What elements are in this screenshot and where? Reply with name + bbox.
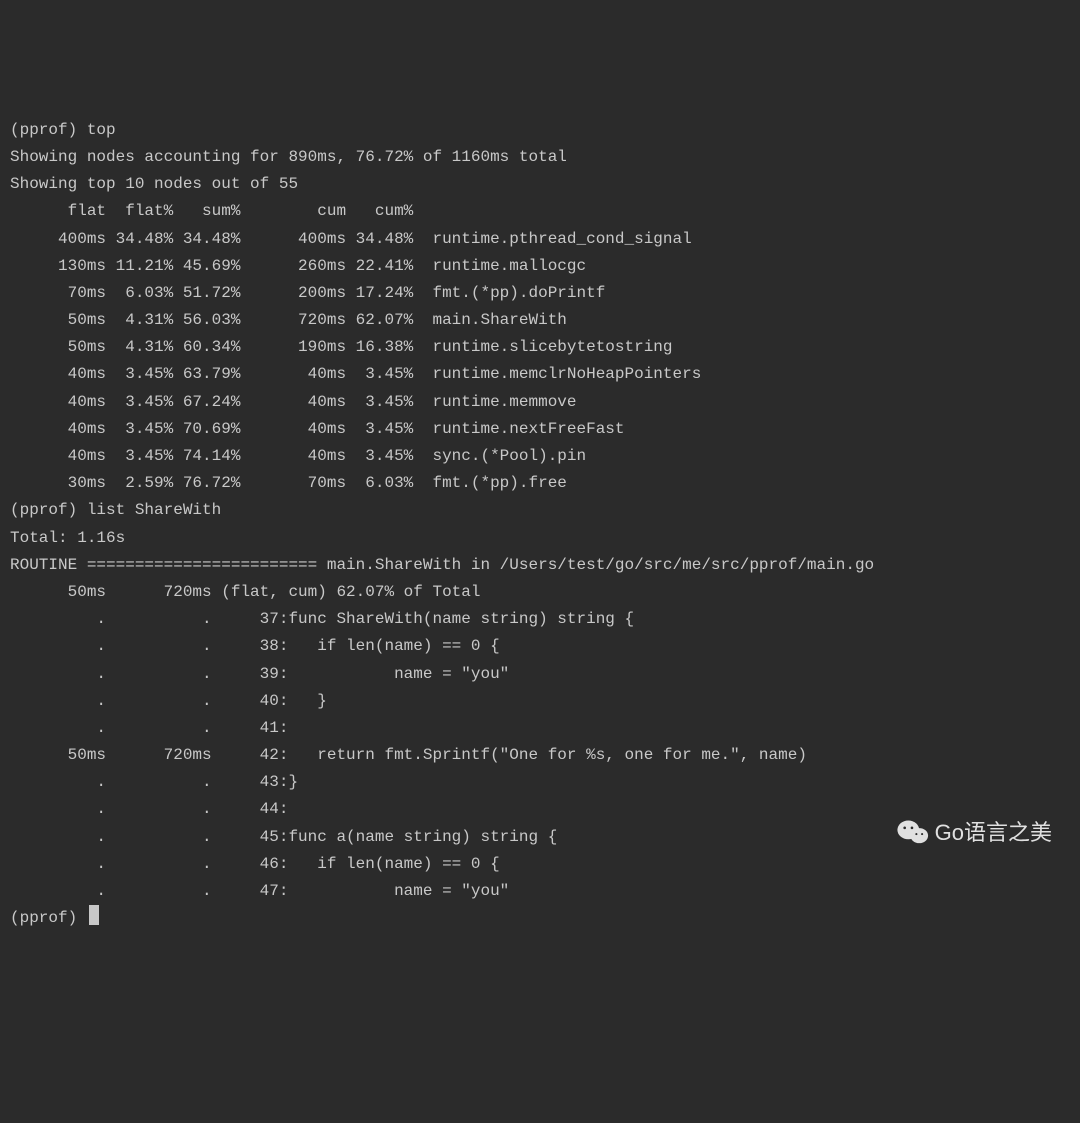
top-row-4: 50ms 4.31% 60.34% 190ms 16.38% runtime.s… [10,334,1070,361]
list-total: Total: 1.16s [10,525,1070,552]
top-row-9: 30ms 2.59% 76.72% 70ms 6.03% fmt.(*pp).f… [10,470,1070,497]
watermark: Go语言之美 [897,814,1052,851]
source-line-47: . . 47: name = "you" [10,878,1070,905]
terminal-output[interactable]: (pprof) topShowing nodes accounting for … [10,117,1070,933]
top-row-5: 40ms 3.45% 63.79% 40ms 3.45% runtime.mem… [10,361,1070,388]
source-line-38: . . 38: if len(name) == 0 { [10,633,1070,660]
watermark-text: Go语言之美 [935,814,1052,851]
source-line-40: . . 40: } [10,688,1070,715]
top-row-0: 400ms 34.48% 34.48% 400ms 34.48% runtime… [10,226,1070,253]
source-line-41: . . 41: [10,715,1070,742]
source-line-37: . . 37:func ShareWith(name string) strin… [10,606,1070,633]
top-summary-2: Showing top 10 nodes out of 55 [10,171,1070,198]
prompt-list[interactable]: (pprof) list ShareWith [10,497,1070,524]
top-row-1: 130ms 11.21% 45.69% 260ms 22.41% runtime… [10,253,1070,280]
list-summary: 50ms 720ms (flat, cum) 62.07% of Total [10,579,1070,606]
source-line-43: . . 43:} [10,769,1070,796]
top-summary-1: Showing nodes accounting for 890ms, 76.7… [10,144,1070,171]
top-row-6: 40ms 3.45% 67.24% 40ms 3.45% runtime.mem… [10,389,1070,416]
top-header: flat flat% sum% cum cum% [10,198,1070,225]
source-line-39: . . 39: name = "you" [10,661,1070,688]
list-routine: ROUTINE ======================== main.Sh… [10,552,1070,579]
cursor [89,905,99,925]
top-row-7: 40ms 3.45% 70.69% 40ms 3.45% runtime.nex… [10,416,1070,443]
prompt-cursor[interactable]: (pprof) [10,905,1070,932]
top-row-3: 50ms 4.31% 56.03% 720ms 62.07% main.Shar… [10,307,1070,334]
wechat-icon [897,819,929,845]
top-row-8: 40ms 3.45% 74.14% 40ms 3.45% sync.(*Pool… [10,443,1070,470]
source-line-42: 50ms 720ms 42: return fmt.Sprintf("One f… [10,742,1070,769]
source-line-46: . . 46: if len(name) == 0 { [10,851,1070,878]
top-row-2: 70ms 6.03% 51.72% 200ms 17.24% fmt.(*pp)… [10,280,1070,307]
prompt-top[interactable]: (pprof) top [10,117,1070,144]
